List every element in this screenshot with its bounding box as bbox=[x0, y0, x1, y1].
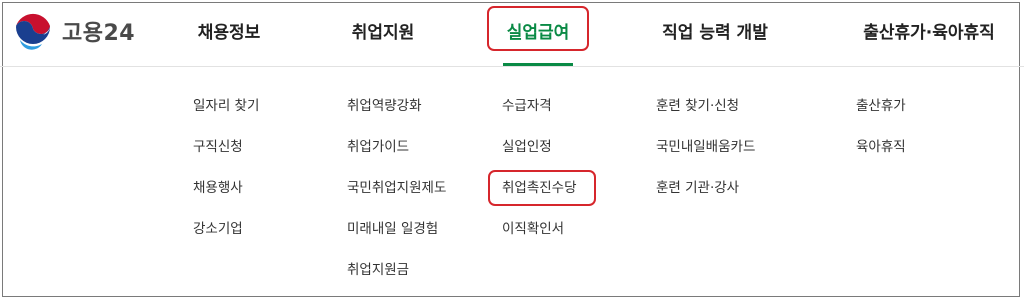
submenu-item-training-institutions[interactable]: 훈련 기관·강사 bbox=[656, 176, 755, 196]
site-header: 고용24 채용정보 취업지원 실업급여 직업 능력 개발 출산휴가·육아휴직 bbox=[0, 0, 1024, 67]
submenu-item-national-employment-support[interactable]: 국민취업지원제도 bbox=[347, 176, 446, 196]
submenu-item-separation-confirmation[interactable]: 이직확인서 bbox=[502, 217, 577, 237]
submenu-item-find-apply-training[interactable]: 훈련 찾기·신청 bbox=[656, 94, 755, 114]
korean-government-emblem-icon bbox=[13, 11, 53, 51]
submenu-column-vocational-training: 훈련 찾기·신청 국민내일배움카드 훈련 기관·강사 bbox=[656, 94, 755, 217]
submenu-item-learning-card[interactable]: 국민내일배움카드 bbox=[656, 135, 755, 155]
site-logo[interactable]: 고용24 bbox=[12, 9, 135, 53]
submenu-item-eligibility[interactable]: 수급자격 bbox=[502, 94, 577, 114]
submenu-highlight-box bbox=[488, 170, 596, 206]
logo-text: 고용24 bbox=[62, 21, 136, 46]
active-nav-underline bbox=[503, 63, 573, 66]
submenu-column-leave: 출산휴가 육아휴직 bbox=[856, 94, 906, 176]
submenu-item-employment-guide[interactable]: 취업가이드 bbox=[347, 135, 446, 155]
nav-item-vocational-training[interactable]: 직업 능력 개발 bbox=[656, 18, 774, 44]
submenu-item-job-seeker-registration[interactable]: 구직신청 bbox=[193, 135, 259, 155]
submenu-item-employability-building[interactable]: 취업역량강화 bbox=[347, 94, 446, 114]
submenu-item-maternity-leave[interactable]: 출산휴가 bbox=[856, 94, 906, 114]
submenu-column-recruitment: 일자리 찾기 구직신청 채용행사 강소기업 bbox=[193, 94, 259, 258]
submenu-item-unemployment-recognition[interactable]: 실업인정 bbox=[502, 135, 577, 155]
nav-item-recruitment-info[interactable]: 채용정보 bbox=[194, 18, 264, 44]
nav-item-maternity-parental-leave[interactable]: 출산휴가·육아휴직 bbox=[856, 18, 1002, 44]
submenu-item-parental-leave[interactable]: 육아휴직 bbox=[856, 135, 906, 155]
submenu-item-employment-subsidy[interactable]: 취업지원금 bbox=[347, 258, 446, 278]
submenu-item-future-work-experience[interactable]: 미래내일 일경험 bbox=[347, 217, 446, 237]
nav-item-employment-support[interactable]: 취업지원 bbox=[348, 18, 418, 44]
nav-highlight-box bbox=[487, 6, 589, 51]
submenu-column-employment-support: 취업역량강화 취업가이드 국민취업지원제도 미래내일 일경험 취업지원금 bbox=[347, 94, 446, 299]
submenu-item-find-jobs[interactable]: 일자리 찾기 bbox=[193, 94, 259, 114]
submenu-item-small-strong-companies[interactable]: 강소기업 bbox=[193, 217, 259, 237]
submenu-item-hiring-events[interactable]: 채용행사 bbox=[193, 176, 259, 196]
